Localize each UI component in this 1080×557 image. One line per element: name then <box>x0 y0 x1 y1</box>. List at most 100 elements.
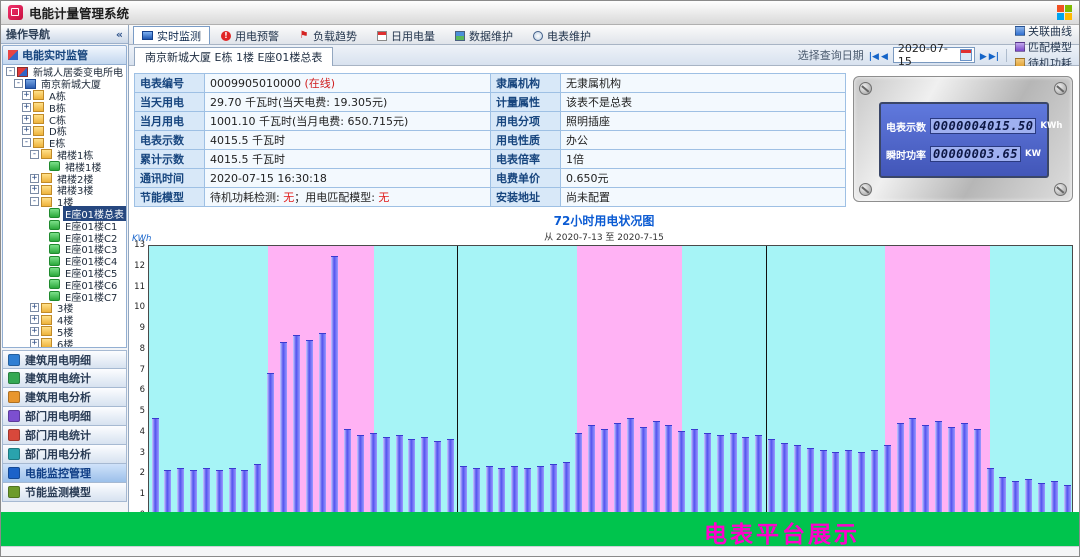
value-segment: 待机功耗检测: <box>210 191 283 204</box>
usage-bar <box>152 418 159 514</box>
usage-bar <box>408 439 415 514</box>
toolbar-tab-label: 负载趋势 <box>313 28 357 44</box>
load-trend-icon <box>299 31 309 41</box>
button-label: 关联曲线 <box>1028 23 1072 39</box>
last-day-button[interactable]: ▶| <box>988 52 1000 62</box>
expand-toggle-icon[interactable]: + <box>30 185 39 194</box>
date-input[interactable]: 2020-07-15 <box>893 47 975 63</box>
value-segment: 办公 <box>566 134 588 147</box>
tree-node-label: 6楼 <box>55 336 75 348</box>
toolbar-tab-data-maintain[interactable]: 数据维护 <box>446 26 522 44</box>
leaf-spacer <box>38 221 47 230</box>
expand-toggle-icon[interactable]: + <box>30 339 39 348</box>
accordion-item-building-usage-detail[interactable]: 建筑用电明细 <box>2 350 127 369</box>
usage-bar <box>987 468 994 514</box>
sidebar-header-label: 操作导航 <box>6 26 50 42</box>
main-content: 实时监测用电预警 负载趋势 日用电量 数据维护电表维护 南京新城大厦 E栋 1楼 E座… <box>129 25 1079 557</box>
folder-icon <box>41 326 52 336</box>
lcd-row: 电表示数0000004015.50KWh <box>886 118 1042 134</box>
collapse-toggle-icon[interactable]: - <box>22 138 31 147</box>
value-segment: 无隶属机构 <box>566 77 621 90</box>
screw-icon <box>859 82 872 95</box>
usage-bar <box>575 433 582 514</box>
y-axis-label: 6 <box>140 385 145 395</box>
accordion-item-dept-usage-detail[interactable]: 部门用电明细 <box>2 407 127 426</box>
expand-toggle-icon[interactable]: + <box>22 91 31 100</box>
toolbar-tab-meter-maintain[interactable]: 电表维护 <box>524 26 600 44</box>
usage-bar <box>755 435 762 514</box>
expand-toggle-icon[interactable]: + <box>22 115 31 124</box>
usage-bar <box>909 418 916 514</box>
usage-bar <box>511 466 518 514</box>
screw-icon <box>1054 82 1067 95</box>
field-label: 电费单价 <box>491 169 561 188</box>
calendar-icon[interactable] <box>960 49 972 61</box>
meter-info-table: 电表编号0009905010000 (在线)隶属机构无隶属机构当天用电29.70… <box>134 73 846 207</box>
y-axis: 012345678910111213 <box>131 245 146 515</box>
collapse-toggle-icon[interactable]: - <box>6 67 15 76</box>
meter-maintain-icon <box>533 31 543 41</box>
match-model-button[interactable]: 匹配模型 <box>1013 39 1074 55</box>
usage-bar <box>742 437 749 514</box>
panel-realtime-monitoring[interactable]: 电能实时监管 <box>2 45 127 65</box>
accordion-item-energy-saving-model[interactable]: 节能监测模型 <box>2 483 127 502</box>
accordion-item-label: 部门用电明细 <box>25 408 91 424</box>
tree-node[interactable]: +6楼 <box>3 337 126 348</box>
field-label: 用电性质 <box>491 131 561 150</box>
expand-toggle-icon[interactable]: + <box>30 174 39 183</box>
field-value: 4015.5 千瓦时 <box>205 131 491 150</box>
collapse-toggle-icon[interactable]: - <box>30 150 39 159</box>
usage-bar <box>807 448 814 514</box>
usage-bar <box>1038 483 1045 514</box>
value-segment: 该表不是总表 <box>566 96 632 109</box>
toolbar-tab-realtime-monitor[interactable]: 实时监测 <box>133 26 210 44</box>
toolbar-tab-power-alert[interactable]: 用电预警 <box>212 26 288 44</box>
next-day-button[interactable]: ▶ <box>979 52 988 62</box>
link-curve-button[interactable]: 关联曲线 <box>1013 23 1074 39</box>
field-value: 照明插座 <box>561 112 846 131</box>
accordion-item-dept-usage-analysis[interactable]: 部门用电分析 <box>2 445 127 464</box>
expand-toggle-icon[interactable]: + <box>30 303 39 312</box>
accordion-item-dept-usage-stats[interactable]: 部门用电统计 <box>2 426 127 445</box>
field-label: 当天用电 <box>135 93 205 112</box>
prev-day-button[interactable]: ◀ <box>880 52 889 62</box>
accordion-item-building-usage-analysis[interactable]: 建筑用电分析 <box>2 388 127 407</box>
usage-bar <box>922 425 929 514</box>
toolbar-tab-load-trend[interactable]: 负载趋势 <box>290 26 366 44</box>
usage-bar <box>447 439 454 514</box>
leaf-spacer <box>38 292 47 301</box>
expand-toggle-icon[interactable]: + <box>30 327 39 336</box>
usage-bar <box>653 421 660 514</box>
lcd-unit: KWh <box>1040 121 1064 131</box>
accordion-item-energy-monitor-mgmt[interactable]: 电能监控管理 <box>2 464 127 483</box>
expand-toggle-icon[interactable]: + <box>22 103 31 112</box>
sidebar-collapse-button[interactable]: « <box>116 28 123 41</box>
usage-bar <box>858 452 865 514</box>
collapse-toggle-icon[interactable]: - <box>30 197 39 206</box>
usage-bar <box>717 435 724 514</box>
usage-bar <box>640 427 647 514</box>
field-label: 用电分项 <box>491 112 561 131</box>
day-divider <box>766 246 767 514</box>
toolbar-tab-daily-usage[interactable]: 日用电量 <box>368 26 444 44</box>
expand-toggle-icon[interactable]: + <box>22 126 31 135</box>
toolbar-tab-label: 数据维护 <box>469 28 513 44</box>
field-label: 累计示数 <box>135 150 205 169</box>
value-segment: 0009905010000 <box>210 77 304 90</box>
leaf-spacer <box>38 268 47 277</box>
panel-icon <box>8 50 18 60</box>
leaf-spacer <box>38 162 47 171</box>
chart-title: 72小时用电状况图 <box>131 212 1077 229</box>
accordion-item-building-usage-stats[interactable]: 建筑用电统计 <box>2 369 127 388</box>
launcher-grid-icon[interactable] <box>1057 5 1072 20</box>
lcd-row-label: 电表示数 <box>886 119 926 134</box>
collapse-toggle-icon[interactable]: - <box>14 79 23 88</box>
lcd-unit: KW <box>1025 149 1049 159</box>
toolbar-tab-label: 日用电量 <box>391 28 435 44</box>
expand-toggle-icon[interactable]: + <box>30 315 39 324</box>
first-day-button[interactable]: |◀ <box>868 52 880 62</box>
meter-lcd-panel: 电表示数0000004015.50KWh瞬时功率00000003.65KW <box>853 76 1073 202</box>
data-maintain-icon <box>455 31 465 41</box>
usage-bar <box>254 464 261 514</box>
breadcrumb[interactable]: 南京新城大厦 E栋 1楼 E座01楼总表 <box>134 47 333 66</box>
